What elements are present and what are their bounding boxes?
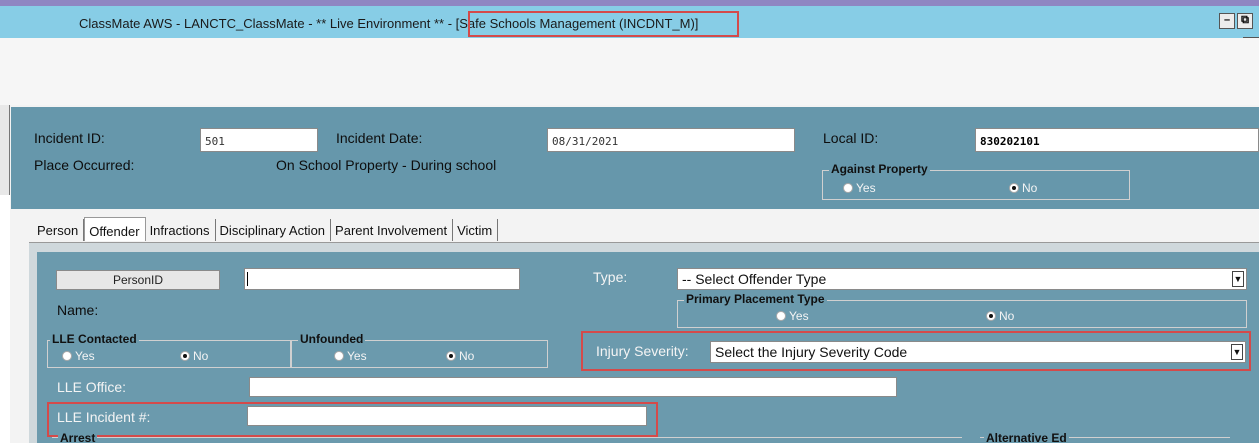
lle-contacted-yes[interactable]: Yes: [62, 349, 95, 363]
tab-offender[interactable]: Offender: [84, 217, 146, 241]
tab-person[interactable]: Person: [33, 219, 85, 241]
tab-disciplinary-action[interactable]: Disciplinary Action: [216, 219, 332, 241]
incident-id-field[interactable]: 501: [200, 128, 318, 152]
lle-contacted-title: LLE Contacted: [50, 332, 139, 346]
tab-parent-involvement[interactable]: Parent Involvement: [331, 219, 454, 241]
incident-date-field[interactable]: 08/31/2021: [547, 128, 795, 152]
radio-selected-icon: [986, 311, 996, 321]
person-id-field[interactable]: [244, 268, 520, 290]
chevron-down-icon[interactable]: ▼: [1232, 271, 1244, 287]
arrest-title: Arrest: [58, 431, 98, 443]
radio-icon: [62, 351, 72, 361]
injury-severity-select[interactable]: Select the Injury Severity Code ▼: [710, 341, 1246, 363]
alternative-ed-title: Alternative Ed: [984, 431, 1069, 443]
unfounded-group: Unfounded Yes No: [291, 332, 548, 368]
unfounded-yes[interactable]: Yes: [334, 349, 367, 363]
injury-severity-label: Injury Severity:: [596, 343, 689, 359]
incident-date-label: Incident Date:: [336, 130, 423, 146]
place-occurred-value: On School Property - During school: [276, 157, 497, 173]
toolbar-strip: [0, 38, 1259, 105]
radio-selected-icon: [180, 351, 190, 361]
against-property-group: Against Property Yes No: [822, 162, 1130, 200]
title-bar: ClassMate AWS - LANCTC_ClassMate - ** Li…: [0, 0, 1259, 38]
lle-incident-field[interactable]: [247, 406, 647, 426]
tab-infractions[interactable]: Infractions: [146, 219, 216, 241]
restore-button[interactable]: ⧉: [1237, 13, 1253, 29]
window-controls: – ⧉: [1219, 13, 1253, 29]
unfounded-title: Unfounded: [298, 332, 366, 346]
tab-victim[interactable]: Victim: [453, 219, 499, 241]
radio-icon: [843, 183, 853, 193]
person-id-button[interactable]: PersonID: [56, 270, 220, 290]
radio-icon: [334, 351, 344, 361]
lle-contacted-no[interactable]: No: [180, 349, 208, 363]
against-property-no[interactable]: No: [1009, 181, 1037, 195]
incident-id-label: Incident ID:: [34, 130, 105, 146]
primary-placement-title: Primary Placement Type: [684, 292, 827, 306]
lle-office-field[interactable]: [249, 377, 897, 397]
arrest-group-border: [52, 437, 962, 438]
place-occurred-label: Place Occurred:: [34, 157, 135, 173]
radio-selected-icon: [446, 351, 456, 361]
primary-placement-yes[interactable]: Yes: [776, 309, 809, 323]
minimize-button[interactable]: –: [1219, 13, 1235, 29]
lle-incident-label: LLE Incident #:: [57, 409, 151, 425]
type-label: Type:: [593, 269, 628, 285]
app-window: ClassMate AWS - LANCTC_ClassMate - ** Li…: [0, 0, 1259, 443]
local-id-label: Local ID:: [823, 130, 879, 146]
primary-placement-group: Primary Placement Type Yes No: [677, 292, 1247, 328]
left-splitter[interactable]: [0, 105, 10, 195]
unfounded-no[interactable]: No: [446, 349, 474, 363]
tab-bar: Person Offender Infractions Disciplinary…: [33, 217, 499, 243]
local-id-field[interactable]: 830202101: [975, 128, 1259, 152]
title-highlight-box: [468, 11, 739, 37]
primary-placement-no[interactable]: No: [986, 309, 1014, 323]
name-label: Name:: [57, 302, 99, 318]
chevron-down-icon[interactable]: ▼: [1231, 344, 1243, 360]
radio-icon: [776, 311, 786, 321]
offender-type-select[interactable]: -- Select Offender Type ▼: [677, 268, 1247, 290]
against-property-yes[interactable]: Yes: [843, 181, 876, 195]
text-cursor: [247, 272, 248, 286]
lle-contacted-group: LLE Contacted Yes No: [47, 332, 291, 368]
radio-selected-icon: [1009, 183, 1019, 193]
lle-office-label: LLE Office:: [57, 379, 127, 395]
against-property-title: Against Property: [829, 162, 930, 176]
